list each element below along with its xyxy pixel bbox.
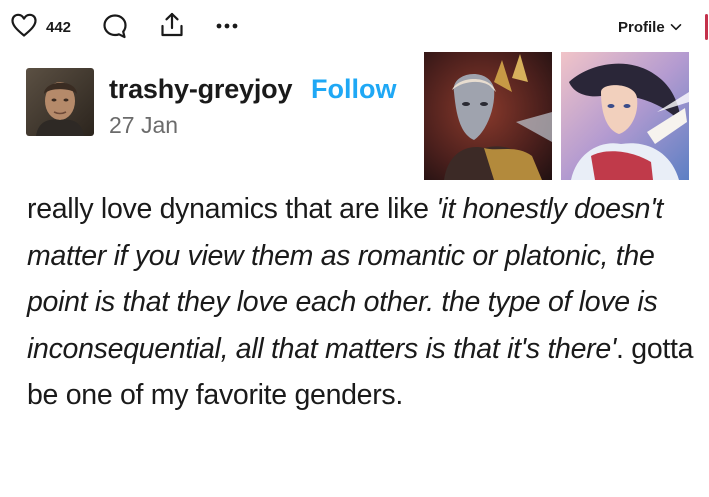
more-icon bbox=[216, 23, 238, 29]
more-options-button[interactable] bbox=[213, 12, 241, 40]
like-count: 442 bbox=[46, 18, 72, 36]
post-actions-bar: 442 Profile bbox=[0, 0, 709, 52]
post-text-lead: really love dynamics that are like bbox=[27, 193, 437, 225]
post-image-2[interactable] bbox=[561, 52, 689, 180]
share-icon bbox=[161, 12, 183, 37]
chevron-down-icon bbox=[670, 24, 681, 31]
reply-button[interactable] bbox=[101, 12, 129, 40]
edge-accent bbox=[705, 14, 708, 40]
post-image-1[interactable] bbox=[424, 52, 552, 180]
profile-menu[interactable]: Profile bbox=[618, 16, 682, 38]
reply-icon bbox=[103, 14, 127, 39]
profile-label: Profile bbox=[618, 18, 665, 36]
share-button[interactable] bbox=[158, 11, 186, 39]
like-button[interactable]: 442 bbox=[10, 12, 72, 43]
follow-button[interactable]: Follow bbox=[311, 74, 396, 105]
avatar[interactable] bbox=[26, 68, 94, 136]
post-page: 442 Profile trashy-greyjoy Follow 27 Jan… bbox=[0, 0, 709, 497]
post-date[interactable]: 27 Jan bbox=[109, 112, 178, 139]
post-body: really love dynamics that are like 'it h… bbox=[27, 186, 707, 419]
heart-icon[interactable] bbox=[10, 12, 38, 43]
blog-name[interactable]: trashy-greyjoy bbox=[109, 74, 292, 105]
